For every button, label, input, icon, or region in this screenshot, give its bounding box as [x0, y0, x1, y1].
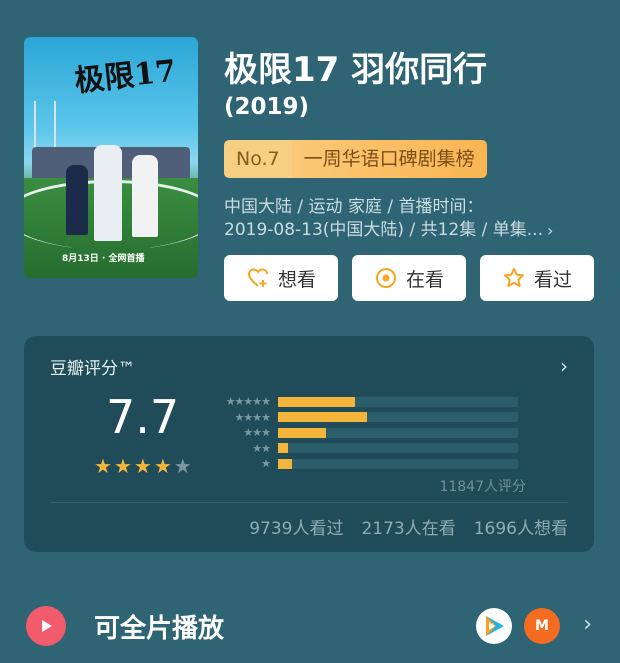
star-empty-icon: ★ [173, 454, 192, 478]
distribution-track [278, 412, 518, 423]
poster-figure-center [94, 145, 122, 241]
chevron-right-icon: › [546, 221, 554, 240]
star-filled-icon: ★ [153, 454, 172, 478]
poster-figure-left [66, 165, 88, 235]
watching-button[interactable]: 在看 [352, 255, 466, 301]
meta-line-2: 2019-08-13(中国大陆) / 共12集 / 单集... [224, 220, 543, 240]
rank-list-name: 一周华语口碑剧集榜 [291, 140, 487, 178]
show-year: (2019) [224, 94, 310, 120]
rating-card[interactable]: 豆瓣评分™ › 7.7 ★ ★ ★ ★ ★ ★★★★★ ★★★★ ★★★ ★★ ★ 11847人… [24, 336, 594, 552]
rating-count: 11847人评分 [439, 479, 526, 495]
want-button-label: 想看 [277, 268, 316, 291]
rank-badge[interactable]: No.7 一周华语口碑剧集榜 [224, 140, 487, 178]
stat-watching[interactable]: 2173人在看 [361, 514, 455, 539]
distribution-track [278, 427, 518, 438]
target-icon [375, 268, 396, 288]
star-icon [503, 267, 524, 287]
stat-watched[interactable]: 9739人看过 [249, 514, 343, 539]
want-button[interactable]: 想看 [224, 255, 338, 301]
distribution-track [278, 443, 518, 454]
meta-line-1: 中国大陆 / 运动 家庭 / 首播时间： [224, 197, 484, 217]
distribution-fill [278, 458, 293, 469]
distribution-track [278, 396, 518, 407]
watched-button[interactable]: 看过 [480, 255, 594, 301]
poster-image[interactable]: 极限17 8月13日 · 全网首播 [24, 37, 198, 278]
distribution-star-label: ★★★★★ [225, 395, 271, 409]
rating-score: 7.7 [106, 390, 180, 444]
distribution-star-label: ★★★ [243, 426, 271, 440]
mango-tv-letter: M [535, 618, 549, 634]
watched-button-label: 看过 [533, 268, 572, 291]
rating-header: 豆瓣评分™ [50, 359, 135, 379]
show-title: 极限17 羽你同行 [224, 50, 488, 90]
distribution-fill [278, 443, 288, 454]
star-filled-icon: ★ [133, 454, 152, 478]
distribution-row: ★★★★★ [216, 394, 518, 410]
distribution-track [278, 458, 518, 469]
distribution-row: ★★★ [216, 425, 518, 441]
star-filled-icon: ★ [94, 454, 112, 478]
watching-button-label: 在看 [405, 268, 444, 291]
divider [50, 502, 568, 503]
poster-date: 8月13日 · 全网首播 [62, 254, 145, 264]
distribution-star-label: ★ [261, 457, 271, 471]
distribution-fill [278, 427, 326, 438]
rating-stars: ★ ★ ★ ★ ★ [94, 456, 192, 476]
poster-title: 极限17 [72, 53, 178, 100]
chevron-right-icon[interactable]: › [560, 354, 568, 378]
poster-figure-right [132, 155, 158, 237]
distribution-fill [278, 396, 355, 407]
stat-want[interactable]: 1696人想看 [474, 514, 568, 539]
tencent-video-icon[interactable] [476, 608, 512, 644]
distribution-fill [278, 412, 367, 423]
show-meta[interactable]: 中国大陆 / 运动 家庭 / 首播时间： 2019-08-13(中国大陆) / … [224, 196, 580, 242]
playback-label: 可全片播放 [94, 614, 225, 644]
distribution-row: ★ [216, 456, 518, 472]
rating-distribution: ★★★★★ ★★★★ ★★★ ★★ ★ [216, 394, 518, 472]
heart-plus-icon [247, 268, 268, 287]
play-icon[interactable] [26, 606, 66, 646]
playback-row[interactable]: 可全片播放 M › [24, 600, 596, 650]
distribution-star-label: ★★ [252, 441, 271, 455]
star-filled-icon: ★ [113, 454, 132, 478]
chevron-right-icon[interactable]: › [583, 612, 592, 637]
distribution-row: ★★ [216, 441, 518, 457]
distribution-row: ★★★★ [216, 410, 518, 426]
rating-stats: 9739人看过 2173人在看 1696人想看 [249, 514, 568, 539]
distribution-star-label: ★★★★ [234, 410, 271, 424]
rank-number: No.7 [224, 140, 292, 178]
mango-tv-icon[interactable]: M [524, 608, 560, 644]
